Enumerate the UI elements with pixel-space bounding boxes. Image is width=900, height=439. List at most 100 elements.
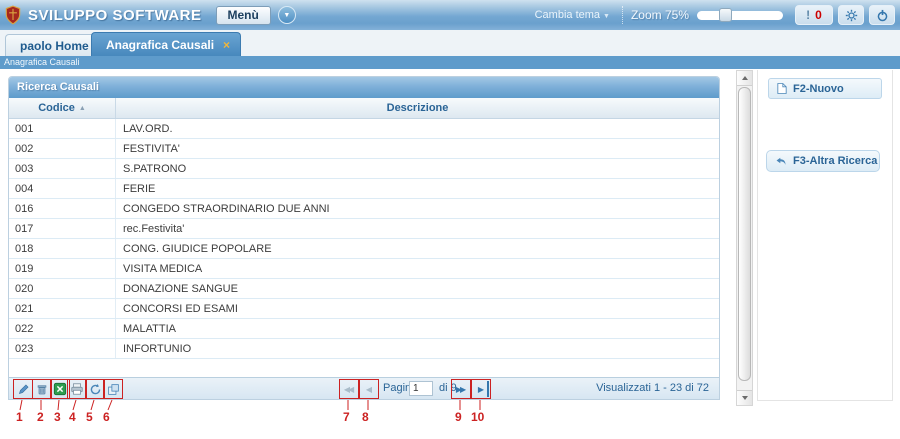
app-window: SVILUPPO SOFTWARE Menù ▼ Cambia tema ▼ Z… xyxy=(0,0,900,439)
logout-button[interactable] xyxy=(869,5,895,25)
table-row[interactable]: 023 INFORTUNIO xyxy=(9,339,719,359)
column-label: Descrizione xyxy=(387,102,449,114)
separator xyxy=(622,6,623,24)
cell-codice: 001 xyxy=(9,119,116,138)
settings-button[interactable] xyxy=(838,5,864,25)
export-excel-button[interactable] xyxy=(52,381,68,397)
cell-descrizione: CONCORSI ED ESAMI xyxy=(116,299,719,318)
f3-altra-ricerca-button[interactable]: F3-Altra Ricerca xyxy=(766,150,880,172)
scroll-down-button[interactable] xyxy=(737,390,752,405)
cell-descrizione: DONAZIONE SANGUE xyxy=(116,279,719,298)
zoom-level-label: Zoom 75% xyxy=(631,8,689,22)
scrollbar-thumb[interactable] xyxy=(738,87,751,381)
cell-codice: 020 xyxy=(9,279,116,298)
edit-button[interactable] xyxy=(15,381,31,397)
annotation-number-3: 3 xyxy=(54,410,61,424)
cell-descrizione: rec.Festivita' xyxy=(116,219,719,238)
annotation-number-6: 6 xyxy=(103,410,110,424)
annotation-number-8: 8 xyxy=(362,410,369,424)
grid-empty-area xyxy=(9,359,719,378)
annotation-number-9: 9 xyxy=(455,410,462,424)
table-row[interactable]: 021 CONCORSI ED ESAMI xyxy=(9,299,719,319)
first-page-button[interactable]: ◀◀ xyxy=(341,381,357,397)
table-row[interactable]: 019 VISITA MEDICA xyxy=(9,259,719,279)
column-header-descrizione[interactable]: Descrizione xyxy=(116,98,719,118)
menu-dropdown-button[interactable]: ▼ xyxy=(278,6,296,24)
table-row[interactable]: 001 LAV.ORD. xyxy=(9,119,719,139)
triangle-up-icon xyxy=(742,76,748,80)
app-title: SVILUPPO SOFTWARE xyxy=(28,7,202,24)
table-row[interactable]: 004 FERIE xyxy=(9,179,719,199)
annotation-number-10: 10 xyxy=(471,410,484,424)
annotation-number-5: 5 xyxy=(86,410,93,424)
tab-label: paolo Home xyxy=(20,39,89,53)
zoom-slider-thumb[interactable] xyxy=(719,8,732,22)
print-button[interactable] xyxy=(69,381,85,397)
cell-descrizione: CONGEDO STRAORDINARIO DUE ANNI xyxy=(116,199,719,218)
gear-icon xyxy=(845,9,858,22)
annotation-box-5 xyxy=(85,379,105,399)
annotation-box-10: ▶ xyxy=(471,379,491,399)
open-popup-button[interactable] xyxy=(105,381,121,397)
tab-anagrafica-causali[interactable]: Anagrafica Causali × xyxy=(91,32,241,56)
cell-descrizione: VISITA MEDICA xyxy=(116,259,719,278)
f2-nuovo-button[interactable]: F2-Nuovo xyxy=(768,78,882,99)
cell-codice: 023 xyxy=(9,339,116,358)
tab-close-icon[interactable]: × xyxy=(223,40,230,50)
cell-codice: 021 xyxy=(9,299,116,318)
company-crest-icon xyxy=(5,5,21,25)
table-row[interactable]: 017 rec.Festivita' xyxy=(9,219,719,239)
chevron-down-icon[interactable]: ▼ xyxy=(603,13,610,20)
scroll-up-button[interactable] xyxy=(737,71,752,86)
popup-window-icon xyxy=(107,383,120,396)
breadcrumb: Anagrafica Causali xyxy=(0,56,900,69)
tab-paolo-home[interactable]: paolo Home xyxy=(5,34,104,56)
records-shown-status: Visualizzati 1 - 23 di 72 xyxy=(596,382,709,394)
page-number-input[interactable] xyxy=(409,381,433,396)
refresh-button[interactable] xyxy=(87,381,103,397)
annotation-box-9: ▶▶ xyxy=(451,379,471,399)
grid-footer-toolbar: ◀◀ ◀ Pagina di 9 ▶▶ ▶ Visualizzati 1 - 2… xyxy=(9,377,719,399)
alerts-button[interactable]: ! 0 xyxy=(795,5,833,25)
table-row[interactable]: 020 DONAZIONE SANGUE xyxy=(9,279,719,299)
next-page-button[interactable]: ▶▶ xyxy=(453,381,469,397)
table-row[interactable]: 018 CONG. GIUDICE POPOLARE xyxy=(9,239,719,259)
annotation-leader-lines xyxy=(0,398,520,430)
table-row[interactable]: 016 CONGEDO STRAORDINARIO DUE ANNI xyxy=(9,199,719,219)
cell-codice: 022 xyxy=(9,319,116,338)
zoom-slider[interactable] xyxy=(697,11,783,20)
last-page-button[interactable]: ▶ xyxy=(474,381,489,397)
grid-header: Codice ▲ Descrizione xyxy=(9,98,719,119)
column-header-codice[interactable]: Codice ▲ xyxy=(9,98,116,118)
annotation-box-6 xyxy=(103,379,123,399)
menu-button[interactable]: Menù xyxy=(216,6,271,25)
action-panel: F2-Nuovo F3-Altra Ricerca xyxy=(757,70,893,401)
cell-codice: 017 xyxy=(9,219,116,238)
power-icon xyxy=(876,9,889,22)
topbar-right-group: Cambia tema ▼ Zoom 75% ! 0 xyxy=(535,5,900,25)
cell-codice: 018 xyxy=(9,239,116,258)
tab-bar: paolo Home Anagrafica Causali × xyxy=(0,30,900,56)
prev-page-button[interactable]: ◀ xyxy=(361,381,377,397)
table-row[interactable]: 002 FESTIVITA' xyxy=(9,139,719,159)
cell-descrizione: FESTIVITA' xyxy=(116,139,719,158)
cell-codice: 016 xyxy=(9,199,116,218)
triangle-down-icon xyxy=(742,396,748,400)
table-row[interactable]: 022 MALATTIA xyxy=(9,319,719,339)
annotation-number-1: 1 xyxy=(16,410,23,424)
panel-title: Ricerca Causali xyxy=(9,77,719,98)
change-theme-link[interactable]: Cambia tema xyxy=(535,9,600,21)
delete-button[interactable] xyxy=(34,381,50,397)
top-bar: SVILUPPO SOFTWARE Menù ▼ Cambia tema ▼ Z… xyxy=(0,0,900,30)
tab-label: Anagrafica Causali xyxy=(106,38,214,52)
back-arrow-icon xyxy=(775,156,787,167)
printer-icon xyxy=(70,382,84,396)
exclamation-icon: ! xyxy=(806,8,810,22)
vertical-scrollbar[interactable] xyxy=(736,70,753,406)
cell-codice: 003 xyxy=(9,159,116,178)
cell-codice: 004 xyxy=(9,179,116,198)
alert-count-badge: 0 xyxy=(815,8,822,22)
column-label: Codice xyxy=(38,102,75,114)
f3-altra-ricerca-label: F3-Altra Ricerca xyxy=(793,155,877,167)
table-row[interactable]: 003 S.PATRONO xyxy=(9,159,719,179)
